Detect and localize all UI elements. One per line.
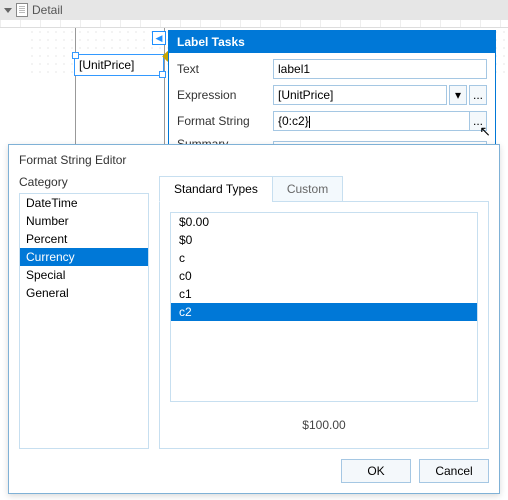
band-label: Detail [32,3,63,17]
expression-input-value: [UnitPrice] [278,88,333,102]
tab-custom[interactable]: Custom [272,176,343,202]
expression-dropdown-button[interactable]: ▾ [449,85,467,105]
guide-line [75,28,76,148]
category-item-datetime[interactable]: DateTime [20,194,148,212]
smart-tag-button[interactable]: ◀ [152,31,166,45]
guide-line [164,28,165,148]
document-icon [16,3,28,17]
format-item[interactable]: $0.00 [171,213,477,231]
format-item[interactable]: $0 [171,231,477,249]
category-item-general[interactable]: General [20,284,148,302]
format-preview: $100.00 [170,402,478,438]
format-string-editor-button[interactable]: ... [469,111,487,131]
category-item-number[interactable]: Number [20,212,148,230]
label-tasks-title: Label Tasks [169,31,495,53]
band-header[interactable]: Detail [0,0,508,20]
format-string-value: {0:c2} [278,114,310,128]
ok-button[interactable]: OK [341,459,411,483]
text-input-value: label1 [278,62,310,76]
cancel-button[interactable]: Cancel [419,459,489,483]
text-input[interactable]: label1 [273,59,487,79]
dialog-title: Format String Editor [9,145,499,175]
format-tabs: Standard Types Custom [159,175,489,201]
format-string-label: Format String [177,114,267,128]
tab-standard-types[interactable]: Standard Types [159,176,273,202]
format-item[interactable]: c0 [171,267,477,285]
format-item-selected[interactable]: c2 [171,303,477,321]
category-item-special[interactable]: Special [20,266,148,284]
format-item[interactable]: c1 [171,285,477,303]
category-label: Category [19,175,149,189]
category-item-currency[interactable]: Currency [20,248,148,266]
category-item-percent[interactable]: Percent [20,230,148,248]
selected-label-control[interactable]: [UnitPrice] ◆ ◀ [74,54,164,76]
ellipsis-icon: ... [473,114,483,128]
ruler [0,20,508,28]
format-string-editor-dialog: Format String Editor Category DateTime N… [8,144,500,494]
expression-input[interactable]: [UnitPrice] [273,85,447,105]
expression-editor-button[interactable]: ... [469,85,487,105]
chevron-down-icon: ▾ [455,88,461,102]
text-label: Text [177,62,267,76]
format-string-input[interactable]: {0:c2} [273,111,469,131]
ellipsis-icon: ... [473,88,483,102]
format-item[interactable]: c [171,249,477,267]
category-list[interactable]: DateTime Number Percent Currency Special… [19,193,149,449]
label-control-text: [UnitPrice] [79,58,134,72]
format-panel: $0.00 $0 c c0 c1 c2 $100.00 [159,201,489,449]
expression-label: Expression [177,88,267,102]
design-canvas[interactable]: [UnitPrice] ◆ ◀ Label Tasks Text label1 … [0,28,508,148]
format-list[interactable]: $0.00 $0 c c0 c1 c2 [170,212,478,402]
collapse-icon [4,8,12,13]
